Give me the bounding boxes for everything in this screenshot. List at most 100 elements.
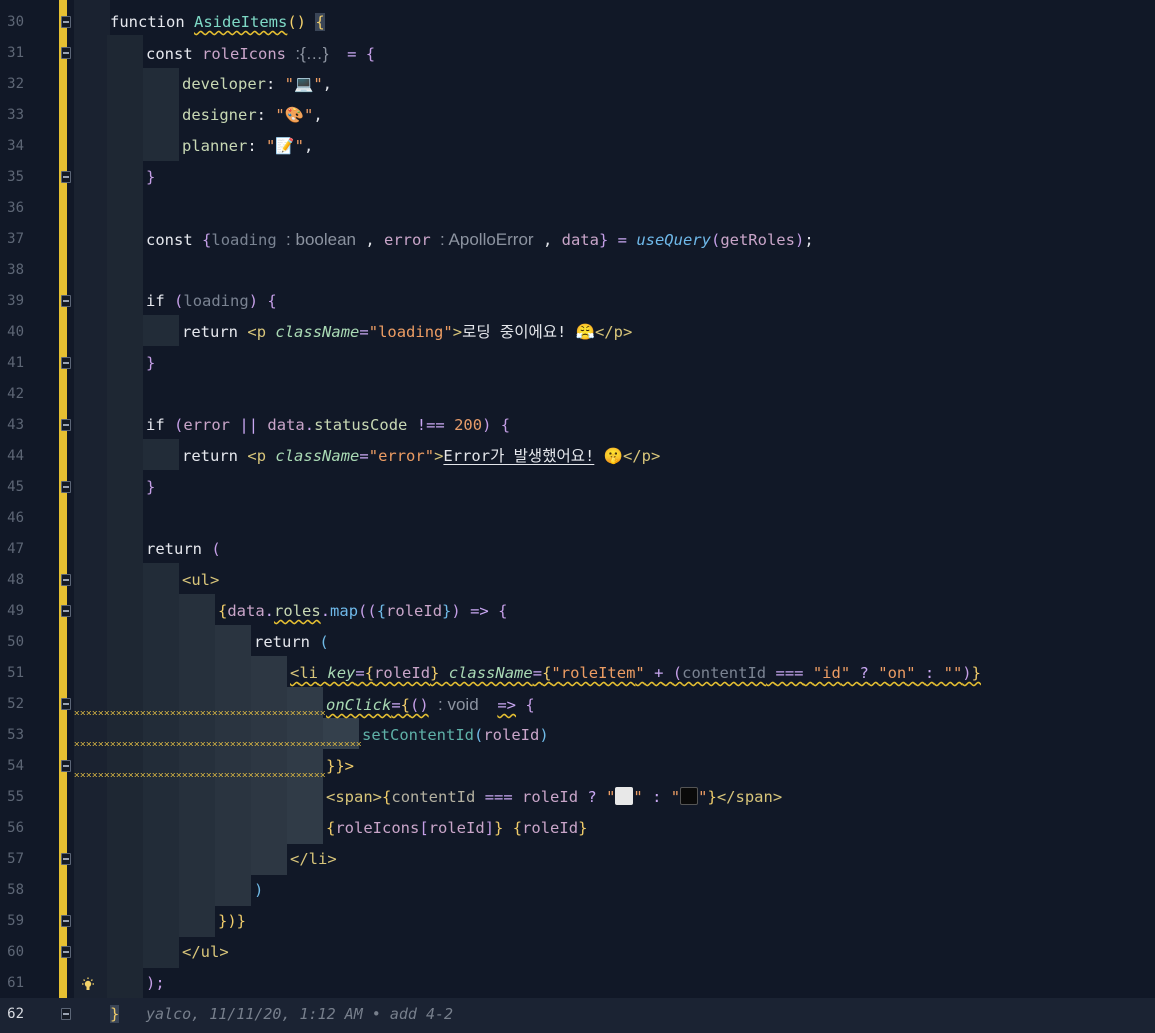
keyword: return	[182, 323, 238, 341]
code-line-60[interactable]: </ul>	[182, 937, 229, 968]
code-line-50[interactable]: return (	[254, 627, 329, 658]
function-name: AsideItems	[194, 13, 288, 31]
fold-icon[interactable]	[61, 16, 71, 28]
line-number[interactable]: 50	[0, 627, 24, 658]
line-number[interactable]: 41	[0, 348, 24, 379]
intention-bulb-icon[interactable]	[80, 977, 96, 993]
punct: =	[347, 45, 366, 63]
line-number[interactable]: 51	[0, 658, 24, 689]
function-call: useQuery	[636, 231, 711, 249]
line-number[interactable]: 44	[0, 441, 24, 472]
fold-icon[interactable]	[61, 1008, 71, 1020]
code-line-57[interactable]: </li>	[290, 844, 337, 875]
fold-icon[interactable]	[61, 171, 71, 183]
code-line-62[interactable]: }	[110, 999, 120, 1030]
git-blame-annotation[interactable]: yalco, 11/11/20, 1:12 AM • add 4-2	[146, 999, 453, 1030]
fold-icon[interactable]	[61, 295, 71, 307]
code-line-45[interactable]: }	[146, 472, 155, 503]
line-number[interactable]: 39	[0, 286, 24, 317]
code-line-58[interactable]: )	[254, 875, 263, 906]
line-number[interactable]: 30	[0, 7, 24, 38]
line-number[interactable]: 32	[0, 69, 24, 100]
fold-icon[interactable]	[61, 481, 71, 493]
code-line-30[interactable]: function AsideItems() {	[110, 7, 325, 38]
line-number[interactable]: 47	[0, 534, 24, 565]
code-line-52[interactable]: onClick={() : void => {	[326, 689, 535, 720]
line-number[interactable]: 59	[0, 906, 24, 937]
line-number[interactable]: 31	[0, 38, 24, 69]
bracket: [	[419, 819, 429, 837]
brace: {	[267, 292, 277, 310]
line-number[interactable]: 57	[0, 844, 24, 875]
code-line-59[interactable]: })}	[218, 906, 246, 937]
line-number-row: 58	[0, 875, 1155, 906]
line-number-row: 50	[0, 627, 1155, 658]
line-number[interactable]: 48	[0, 565, 24, 596]
line-number-row: 52	[0, 689, 1155, 720]
code-line-53[interactable]: setContentId(roleId)	[362, 720, 549, 751]
fold-icon[interactable]	[61, 853, 71, 865]
line-number[interactable]: 37	[0, 224, 24, 255]
code-line-31[interactable]: const roleIcons :{…} = {	[146, 38, 375, 69]
fold-icon[interactable]	[61, 357, 71, 369]
code-line-33[interactable]: designer: "🎨",	[182, 100, 323, 131]
fold-icon[interactable]	[61, 419, 71, 431]
code-line-54[interactable]: }}>	[326, 751, 354, 782]
line-number[interactable]: 52	[0, 689, 24, 720]
line-number[interactable]: 49	[0, 596, 24, 627]
code-line-43[interactable]: if (error || data.statusCode !== 200) {	[146, 410, 510, 441]
line-number[interactable]: 58	[0, 875, 24, 906]
line-number[interactable]: 45	[0, 472, 24, 503]
code-line-40[interactable]: return <p className="loading">로딩 중이에요! 😤…	[182, 317, 632, 348]
operator: !==	[416, 416, 445, 434]
code-line-51[interactable]: <li key={roleId} className={"roleItem" +…	[290, 658, 981, 689]
line-number[interactable]: 34	[0, 131, 24, 162]
line-number[interactable]: 38	[0, 255, 24, 286]
code-line-44[interactable]: return <p className="error">Error가 발생했어요…	[182, 441, 660, 472]
property: statusCode	[314, 416, 408, 434]
type-name: boolean	[295, 230, 356, 249]
code-line-32[interactable]: developer: "💻",	[182, 69, 332, 100]
line-number[interactable]: 36	[0, 193, 24, 224]
operator: =	[532, 664, 543, 682]
line-number[interactable]: 43	[0, 410, 24, 441]
code-line-34[interactable]: planner: "📝",	[182, 131, 313, 162]
code-line-41[interactable]: }	[146, 348, 155, 379]
code-line-35[interactable]: }	[146, 162, 155, 193]
line-number[interactable]: 54	[0, 751, 24, 782]
line-number[interactable]: 46	[0, 503, 24, 534]
line-number[interactable]: 33	[0, 100, 24, 131]
punct: :	[247, 137, 266, 155]
code-line-47[interactable]: return (	[146, 534, 221, 565]
line-number[interactable]: 56	[0, 813, 24, 844]
fold-icon[interactable]	[61, 698, 71, 710]
fold-icon[interactable]	[61, 946, 71, 958]
code-line-56[interactable]: {roleIcons[roleId]} {roleId}	[326, 813, 587, 844]
fold-icon[interactable]	[61, 915, 71, 927]
code-line-39[interactable]: if (loading) {	[146, 286, 277, 317]
line-number[interactable]: 35	[0, 162, 24, 193]
line-number[interactable]: 62	[0, 999, 24, 1030]
line-number[interactable]: 60	[0, 937, 24, 968]
fold-icon[interactable]	[61, 47, 71, 59]
line-number[interactable]: 40	[0, 317, 24, 348]
fold-icon[interactable]	[61, 760, 71, 772]
brace: {	[512, 819, 523, 837]
fold-icon[interactable]	[61, 574, 71, 586]
fold-icon[interactable]	[61, 605, 71, 617]
code-line-55[interactable]: <span>{contentId === roleId ? " " : " "}</…	[326, 782, 782, 813]
line-number[interactable]: 42	[0, 379, 24, 410]
line-number[interactable]: 53	[0, 720, 24, 751]
property: roles	[274, 602, 321, 620]
code-editor[interactable]: 30 31 32 33 34 35 36 37 38 39 40 41 42 43 44 45 46 47 48 49…	[0, 0, 1155, 1033]
brace: {	[315, 13, 325, 31]
variable: roleId	[428, 819, 485, 837]
code-line-48[interactable]: <ul>	[182, 565, 219, 596]
line-number[interactable]: 55	[0, 782, 24, 813]
code-line-37[interactable]: const {loading : boolean , error : Apoll…	[146, 224, 814, 255]
code-line-49[interactable]: {data.roles.map(({roleId}) => {	[218, 596, 507, 627]
line-number[interactable]: 61	[0, 968, 24, 999]
paren: ((	[358, 602, 377, 620]
code-line-61[interactable]: );	[146, 968, 165, 999]
variable: roleId	[386, 602, 443, 620]
